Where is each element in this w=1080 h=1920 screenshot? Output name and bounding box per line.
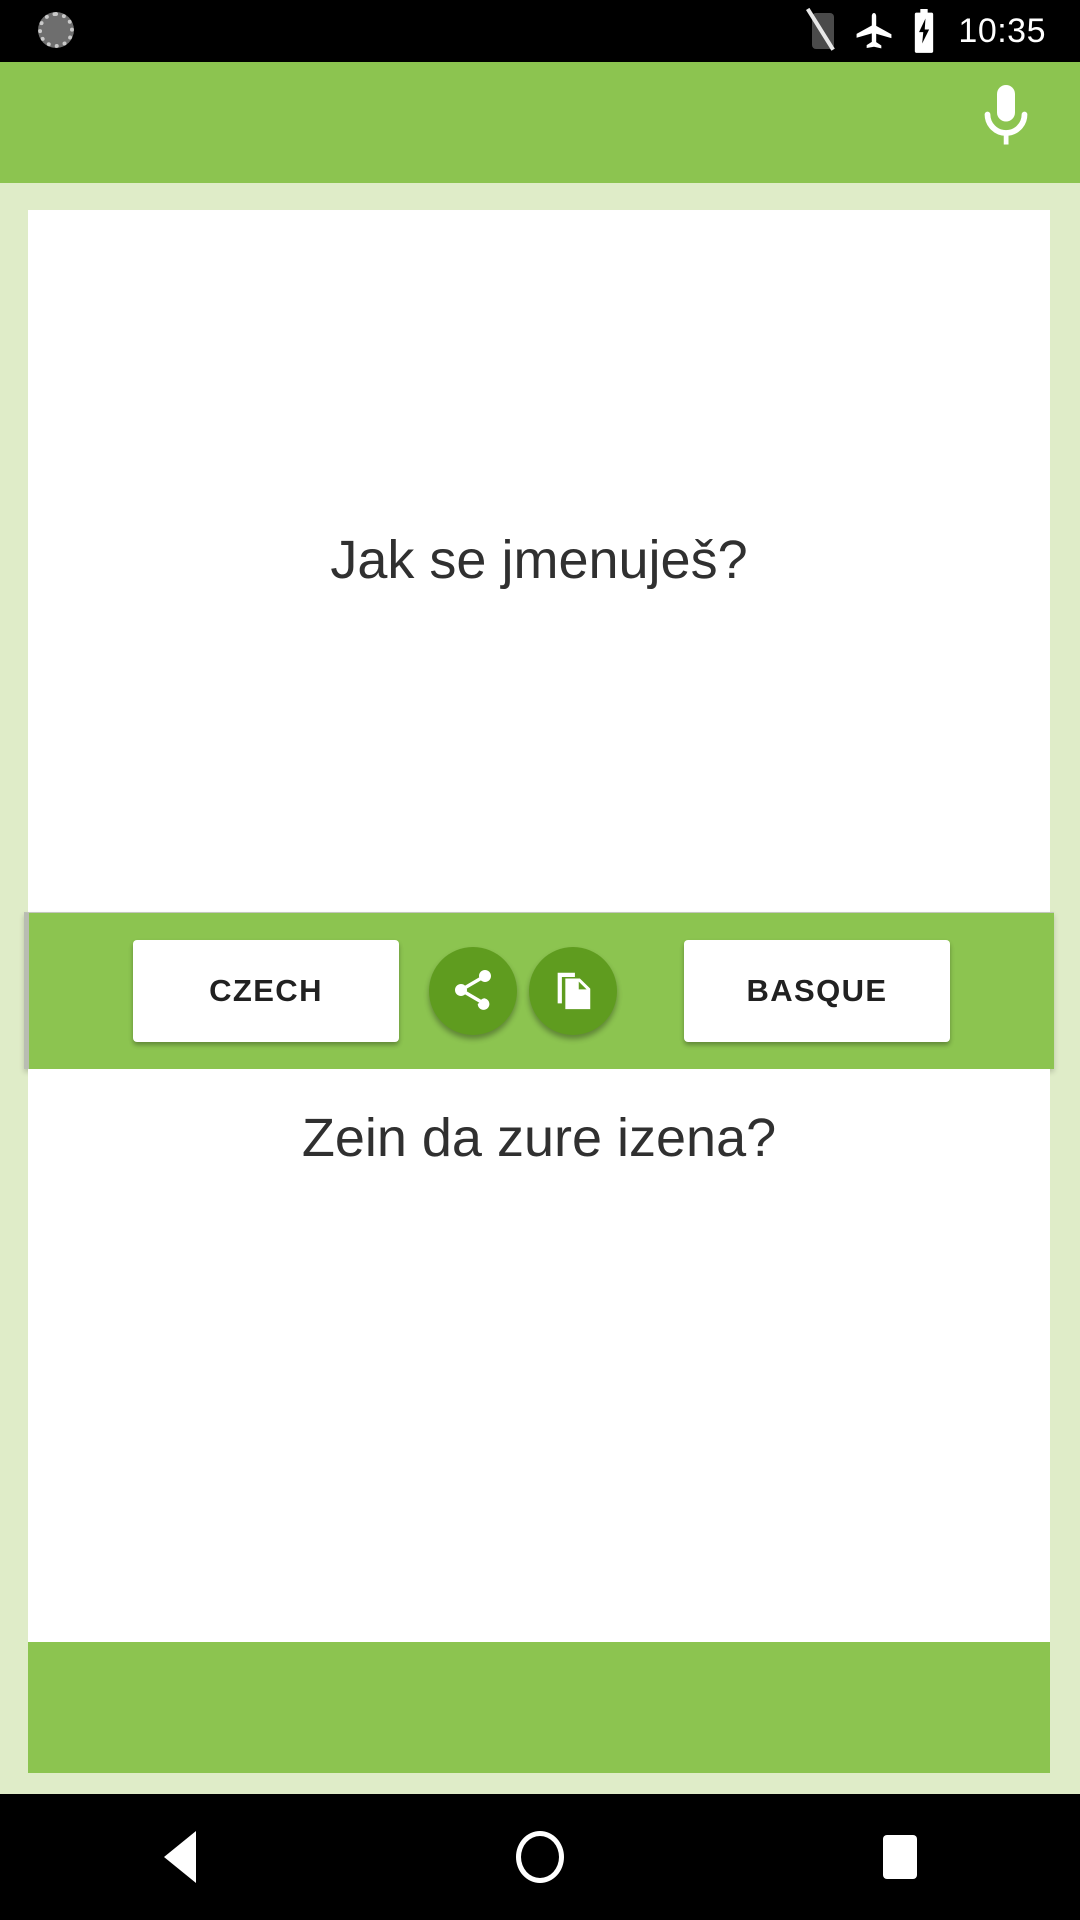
source-text-panel[interactable]: Jak se jmenuješ? — [28, 210, 1050, 912]
status-bar-clock: 10:35 — [958, 11, 1046, 50]
signal-off-icon — [806, 7, 838, 51]
share-button[interactable] — [429, 947, 517, 1035]
nav-back-button[interactable] — [110, 1794, 250, 1920]
recents-square-icon — [883, 1835, 917, 1879]
alarm-clock-icon — [36, 10, 78, 52]
target-text-panel[interactable]: Zein da zure izena? — [28, 1069, 1050, 1642]
action-button-group — [429, 947, 617, 1035]
language-action-toolbar: CZECH BASQUE — [24, 912, 1054, 1069]
copy-button[interactable] — [529, 947, 617, 1035]
microphone-icon — [976, 82, 1036, 163]
status-bar-right-icons: 10:35 — [806, 7, 1046, 53]
target-text: Zein da zure izena? — [301, 1108, 777, 1168]
app-bar — [0, 62, 1080, 183]
home-circle-icon — [516, 1831, 564, 1883]
share-icon — [449, 966, 497, 1017]
source-language-button[interactable]: CZECH — [133, 940, 399, 1042]
system-navigation-bar — [0, 1794, 1080, 1920]
target-language-button[interactable]: BASQUE — [684, 940, 950, 1042]
nav-recents-button[interactable] — [830, 1794, 970, 1920]
bottom-banner-bar — [28, 1642, 1050, 1773]
copy-icon — [550, 967, 596, 1016]
microphone-button[interactable] — [958, 75, 1054, 171]
status-bar-left-icons — [36, 10, 78, 52]
app-screen: 10:35 Jak se jmenuješ? CZECH BASQUE Zein… — [0, 0, 1080, 1920]
back-triangle-icon — [164, 1831, 196, 1883]
source-text: Jak se jmenuješ? — [330, 530, 748, 591]
status-bar: 10:35 — [0, 0, 1080, 62]
nav-home-button[interactable] — [470, 1794, 610, 1920]
airplane-mode-icon — [852, 9, 896, 53]
battery-charging-icon — [910, 9, 938, 53]
